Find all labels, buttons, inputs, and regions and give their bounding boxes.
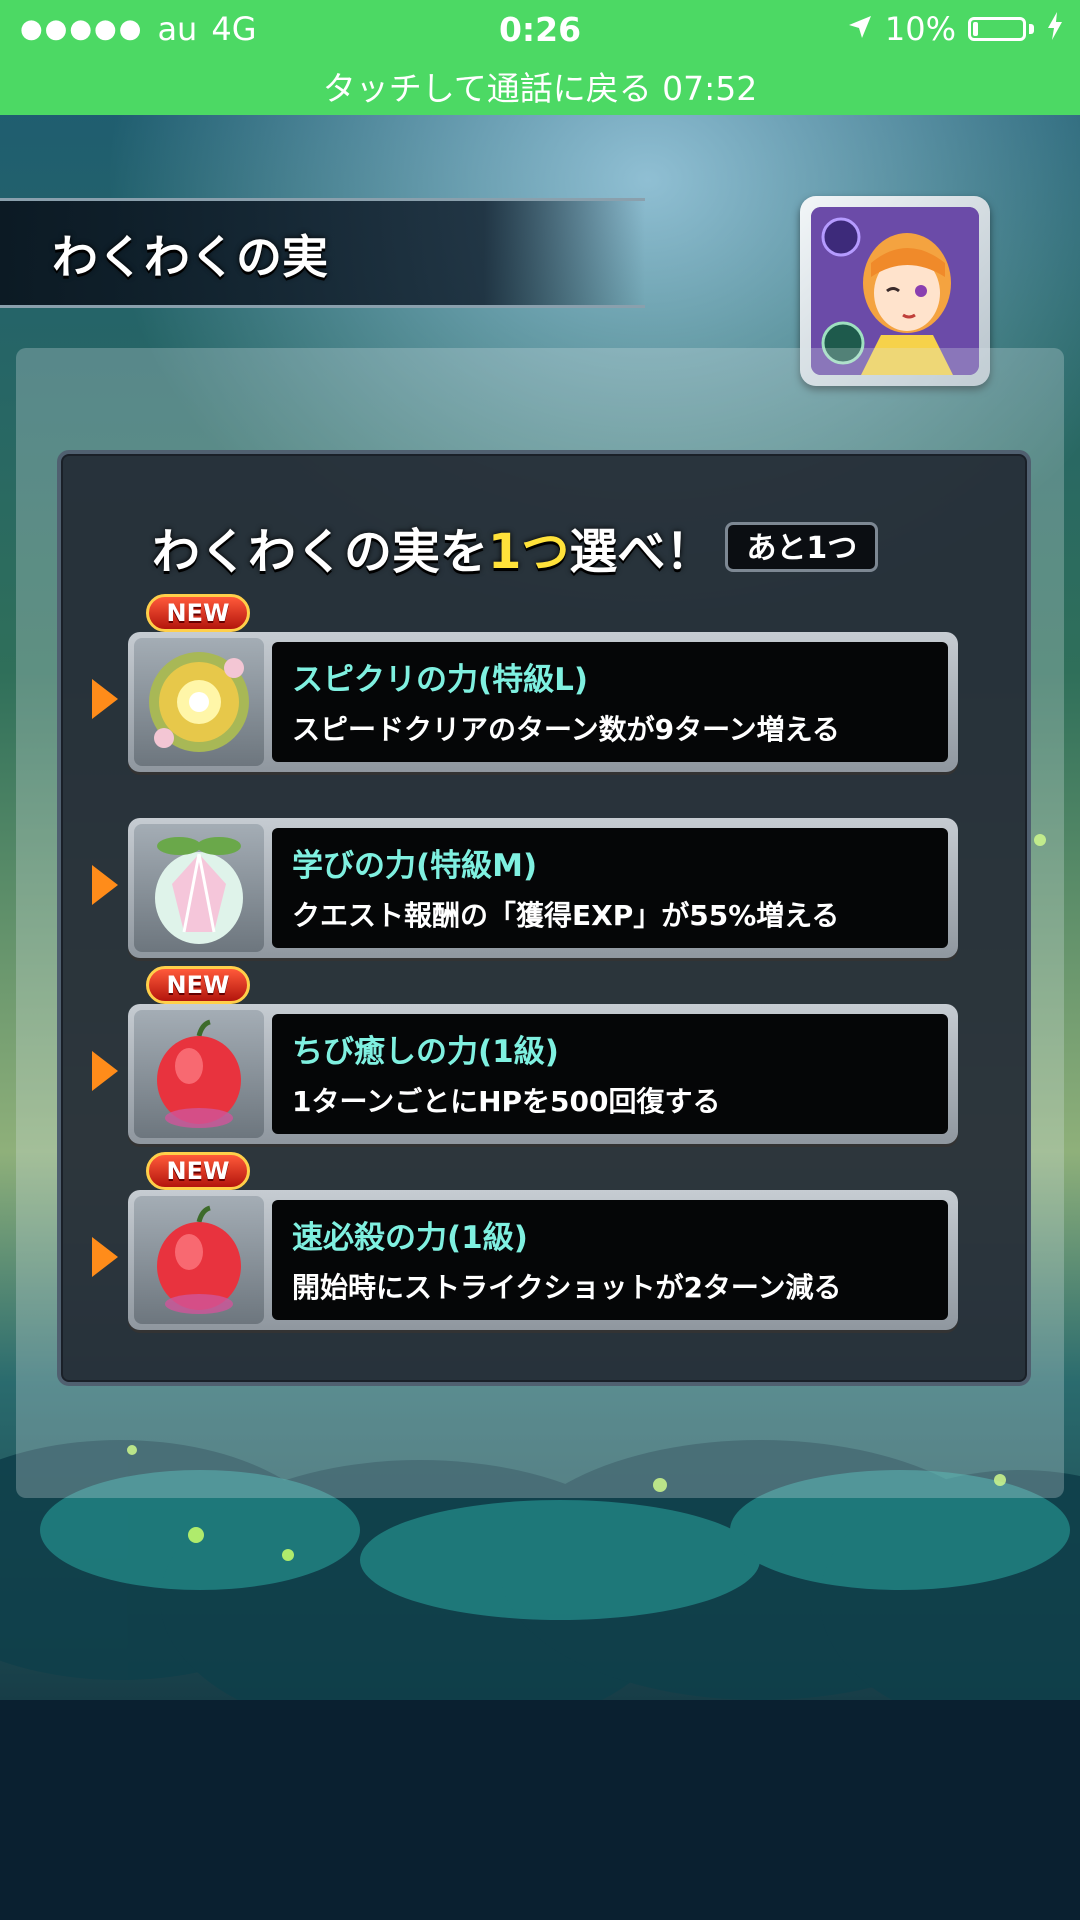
arrow-marker-icon <box>92 679 118 719</box>
battery-percent: 10% <box>884 10 956 48</box>
option-name: 学びの力(特級M) <box>292 848 538 884</box>
heading-suffix: 選べ！ <box>569 524 714 580</box>
golden-orb-fruit-icon <box>134 638 264 766</box>
new-badge: NEW <box>146 1152 250 1190</box>
heading-text: わくわくの実を1つ選べ！ <box>152 512 713 582</box>
screen-title-bar: わくわくの実 <box>0 198 645 308</box>
arrow-marker-icon <box>92 1237 118 1277</box>
screen-title: わくわくの実 <box>52 230 328 284</box>
new-badge: NEW <box>146 966 250 1004</box>
fruit-option-2[interactable]: 学びの力(特級M) クエスト報酬の「獲得EXP」が55%増える <box>92 818 962 958</box>
option-description: 開始時にストライクショットが2ターン減る <box>292 1271 842 1304</box>
option-text-box: スピクリの力(特級L) スピードクリアのターン数が9ターン増える <box>272 642 948 762</box>
crystal-fruit-icon <box>134 824 264 952</box>
option-name: 速必殺の力(1級) <box>292 1220 528 1256</box>
charging-bolt-icon <box>1046 10 1064 48</box>
option-description: 1ターンごとにHPを500回復する <box>292 1085 721 1118</box>
option-name: スピクリの力(特級L) <box>292 662 589 698</box>
new-badge: NEW <box>146 594 250 632</box>
remaining-count-badge: あと1つ <box>725 522 879 572</box>
status-right: 10% <box>847 10 1064 48</box>
red-fruit-icon <box>134 1010 264 1138</box>
fruit-option-1[interactable]: スピクリの力(特級L) スピードクリアのターン数が9ターン増える NEW <box>92 594 962 772</box>
option-text-box: 学びの力(特級M) クエスト報酬の「獲得EXP」が55%増える <box>272 828 948 948</box>
arrow-marker-icon <box>92 865 118 905</box>
return-to-call-banner[interactable]: タッチして通話に戻る 07:52 <box>0 62 1080 110</box>
option-card[interactable]: スピクリの力(特級L) スピードクリアのターン数が9ターン増える <box>128 632 958 772</box>
selection-heading: わくわくの実を1つ選べ！ あと1つ <box>152 512 879 582</box>
option-card[interactable]: ちび癒しの力(1級) 1ターンごとにHPを500回復する <box>128 1004 958 1144</box>
red-fruit-icon <box>134 1196 264 1324</box>
option-description: スピードクリアのターン数が9ターン増える <box>292 713 840 746</box>
fruit-option-4[interactable]: 速必殺の力(1級) 開始時にストライクショットが2ターン減る NEW <box>92 1152 962 1330</box>
option-card[interactable]: 速必殺の力(1級) 開始時にストライクショットが2ターン減る <box>128 1190 958 1330</box>
status-bar: ●●●●● au 4G 0:26 10% タッチして通話に戻る 07:52 <box>0 0 1080 115</box>
option-card[interactable]: 学びの力(特級M) クエスト報酬の「獲得EXP」が55%増える <box>128 818 958 958</box>
option-text-box: ちび癒しの力(1級) 1ターンごとにHPを500回復する <box>272 1014 948 1134</box>
option-text-box: 速必殺の力(1級) 開始時にストライクショットが2ターン減る <box>272 1200 948 1320</box>
location-arrow-icon <box>847 10 873 48</box>
heading-prefix: わくわくの実を <box>152 524 489 580</box>
status-row: ●●●●● au 4G 0:26 10% <box>0 8 1080 52</box>
battery-cap <box>1029 24 1034 34</box>
game-scene: ●●●●● au 4G 0:26 10% タッチして通話に戻る 07:52 わく… <box>0 0 1080 1920</box>
battery-fill <box>973 22 978 36</box>
arrow-marker-icon <box>92 1051 118 1091</box>
heading-highlight: 1つ <box>488 524 570 580</box>
fruit-option-3[interactable]: ちび癒しの力(1級) 1ターンごとにHPを500回復する NEW <box>92 966 962 1144</box>
option-name: ちび癒しの力(1級) <box>292 1034 559 1070</box>
option-description: クエスト報酬の「獲得EXP」が55%増える <box>292 899 840 932</box>
battery-icon <box>968 17 1026 41</box>
